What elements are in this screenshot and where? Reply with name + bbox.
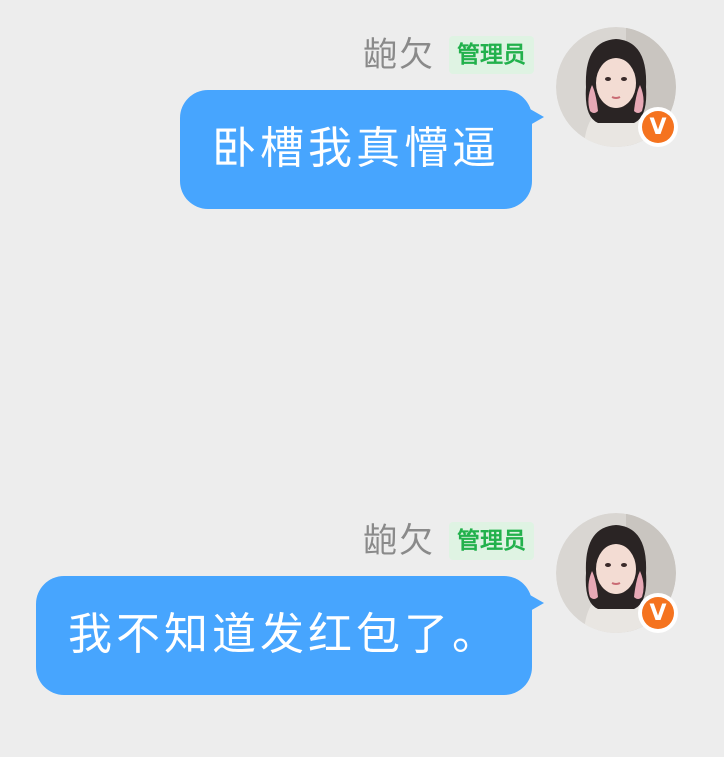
admin-badge: 管理员: [449, 36, 534, 74]
bubble-tail: [530, 595, 544, 611]
avatar[interactable]: V: [556, 513, 678, 633]
vip-v-icon: V: [642, 597, 674, 629]
bubble-tail: [530, 109, 544, 125]
message-row: 龅欠 管理员 V 卧槽我真懵逼: [0, 27, 724, 227]
sender-info: 龅欠 管理员: [363, 519, 534, 563]
vip-badge: V: [638, 107, 678, 147]
vip-v-icon: V: [642, 111, 674, 143]
message-bubble[interactable]: 我不知道发红包了。: [36, 576, 532, 695]
message-bubble[interactable]: 卧槽我真懵逼: [180, 90, 532, 209]
message-row: 龅欠 管理员 V 我不知道发红包了。: [0, 513, 724, 713]
vip-badge: V: [638, 593, 678, 633]
sender-name[interactable]: 龅欠: [363, 519, 435, 563]
admin-badge: 管理员: [449, 522, 534, 560]
sender-name[interactable]: 龅欠: [363, 33, 435, 77]
avatar[interactable]: V: [556, 27, 678, 147]
sender-info: 龅欠 管理员: [363, 33, 534, 77]
